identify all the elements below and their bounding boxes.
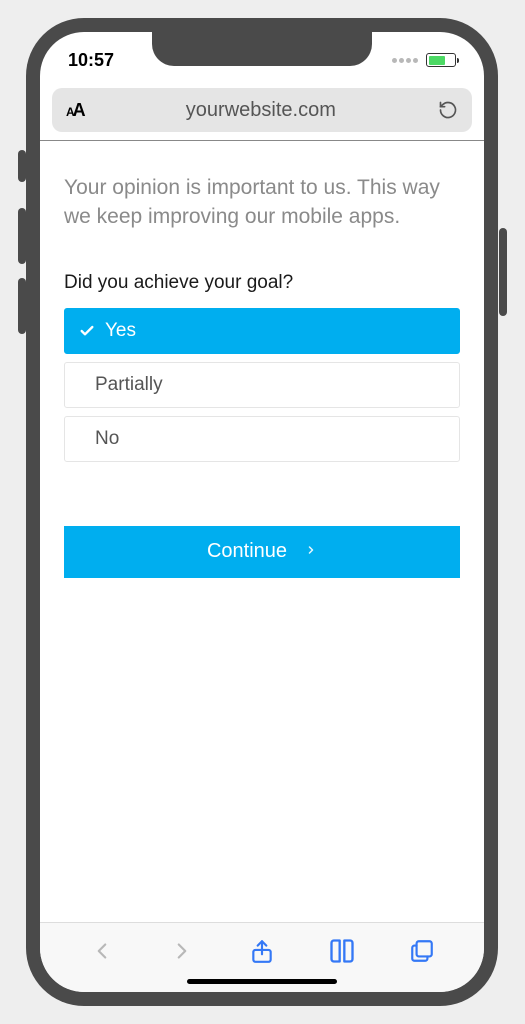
- signal-dots-icon: [392, 58, 418, 63]
- option-partially[interactable]: Partially: [64, 362, 460, 408]
- phone-volume-up: [18, 208, 26, 264]
- option-label: Yes: [105, 320, 136, 342]
- phone-frame: 10:57 AA yourwebsite.com: [26, 18, 498, 1006]
- continue-label: Continue: [207, 540, 287, 563]
- share-icon[interactable]: [247, 936, 277, 966]
- option-yes[interactable]: Yes: [64, 308, 460, 354]
- status-time: 10:57: [68, 50, 114, 71]
- option-label: Partially: [95, 374, 163, 396]
- browser-address-bar[interactable]: AA yourwebsite.com: [52, 88, 472, 132]
- back-icon[interactable]: [87, 936, 117, 966]
- bookmarks-icon[interactable]: [327, 936, 357, 966]
- option-label: No: [95, 428, 119, 450]
- page-content: Your opinion is important to us. This wa…: [40, 140, 484, 922]
- forward-icon[interactable]: [167, 936, 197, 966]
- phone-notch: [152, 32, 372, 66]
- url-text: yourwebsite.com: [92, 99, 430, 122]
- phone-volume-down: [18, 278, 26, 334]
- reload-icon[interactable]: [438, 100, 458, 120]
- survey-intro: Your opinion is important to us. This wa…: [64, 173, 460, 232]
- survey-options: Yes Partially No: [64, 308, 460, 462]
- tabs-icon[interactable]: [407, 936, 437, 966]
- option-no[interactable]: No: [64, 416, 460, 462]
- chevron-right-icon: [305, 543, 317, 561]
- battery-icon: [426, 53, 456, 67]
- phone-screen: 10:57 AA yourwebsite.com: [40, 32, 484, 992]
- text-size-icon[interactable]: AA: [66, 100, 84, 121]
- phone-power-button: [499, 228, 507, 316]
- check-icon: [79, 323, 97, 339]
- home-indicator[interactable]: [187, 979, 337, 984]
- survey-question: Did you achieve your goal?: [64, 272, 460, 294]
- phone-mute-switch: [18, 150, 26, 182]
- continue-button[interactable]: Continue: [64, 526, 460, 578]
